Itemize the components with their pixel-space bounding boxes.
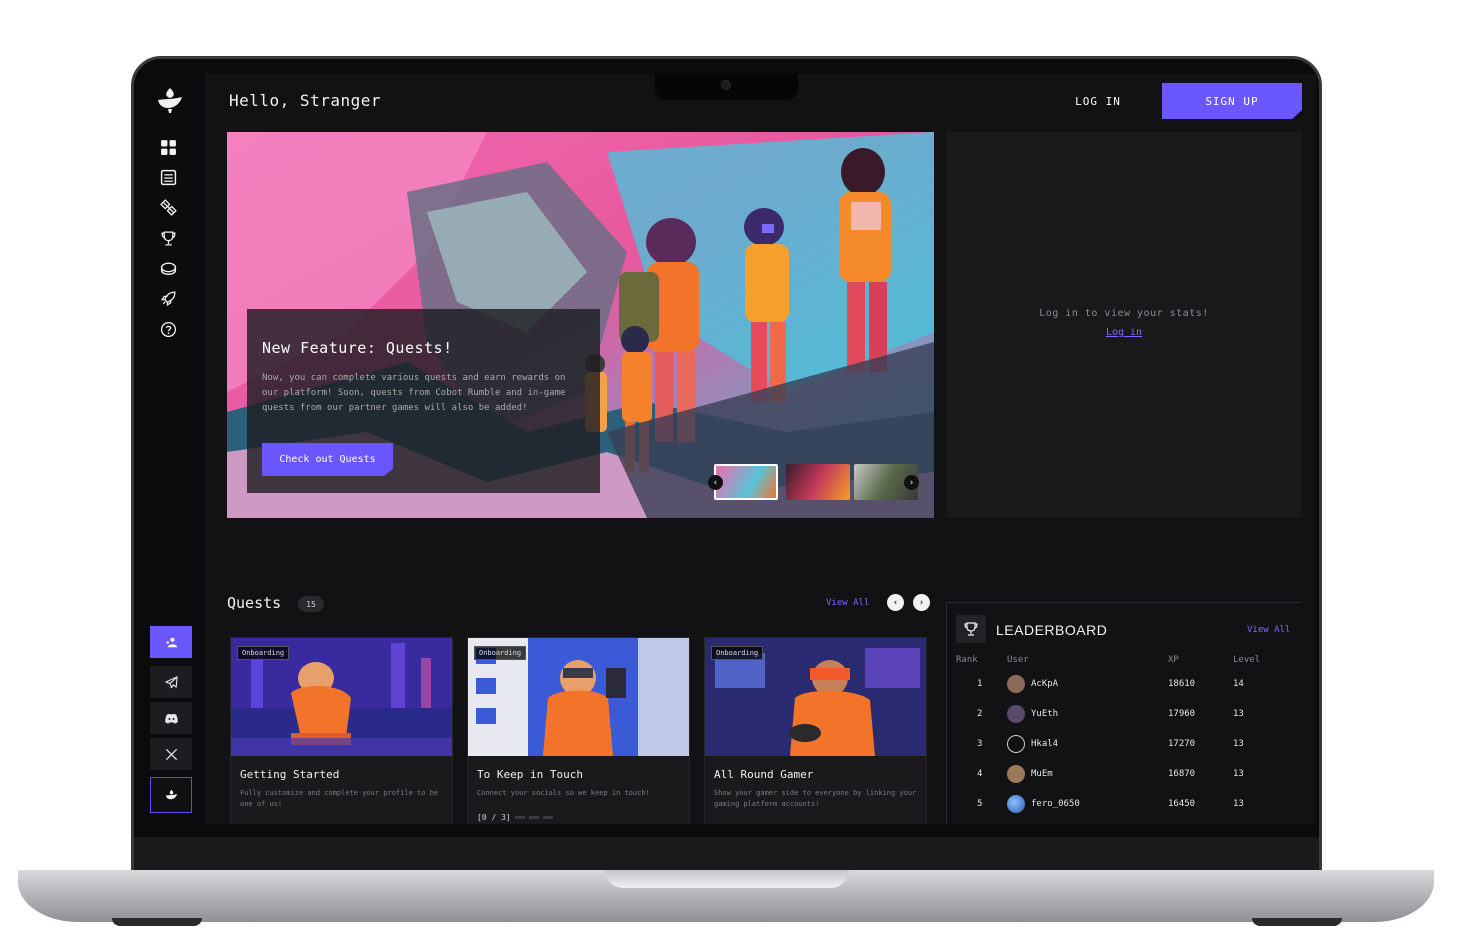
leaderboard-xp: 16870 (1168, 769, 1196, 779)
leaderboard-row[interactable]: 4 MuEm 16870 13 (947, 761, 1303, 791)
login-button[interactable]: LOG IN (1068, 83, 1128, 119)
avatar (1007, 795, 1025, 813)
progress-dash (514, 816, 525, 819)
hero-prev-arrow-icon[interactable]: ‹ (708, 475, 723, 490)
leaderboard-user: Hkal4 (1031, 739, 1059, 749)
laptop-base-notch (605, 870, 849, 888)
leaderboard-title: LEADERBOARD (996, 622, 1108, 638)
grid-icon[interactable] (158, 137, 178, 157)
leaderboard-row[interactable]: 3 Hkal4 17270 13 (947, 731, 1303, 761)
discord-icon[interactable] (150, 702, 192, 734)
quest-card-description: Fully customize and complete your profil… (240, 789, 439, 808)
stats-login-link[interactable]: Log in (946, 327, 1302, 338)
leaderboard-trophy-icon (956, 615, 986, 643)
avatar (1007, 765, 1025, 783)
hero-thumbnail[interactable] (714, 464, 778, 500)
quest-card[interactable]: Onboarding Getting Started Fully customi… (230, 637, 453, 824)
leaderboard-rank: 5 (977, 799, 983, 809)
quest-card-progress: [0 / 3] (477, 813, 553, 822)
leaderboard-xp: 18610 (1168, 679, 1196, 689)
laptop-chin (134, 837, 1319, 871)
hero-info-panel: New Feature: Quests! Now, you can comple… (247, 309, 600, 493)
leaderboard-col-xp: XP (1168, 655, 1179, 665)
leaderboard-level: 13 (1233, 769, 1244, 779)
quests-heading: Quests (227, 594, 282, 612)
sidebar (150, 74, 207, 824)
leaderboard-level: 14 (1233, 679, 1244, 689)
leaderboard-user: YuEth (1031, 709, 1059, 719)
disc-icon[interactable] (158, 258, 178, 278)
signup-button[interactable]: SIGN UP (1162, 83, 1302, 119)
greeting-text: Hello, Stranger (229, 91, 381, 110)
laptop-foot (112, 918, 202, 926)
hero-next-arrow-icon[interactable]: › (904, 475, 919, 490)
quests-count-badge: 15 (298, 596, 324, 612)
leaderboard-user: AcKpA (1031, 679, 1059, 689)
avatar (1007, 675, 1025, 693)
quest-card-tag: Onboarding (474, 646, 527, 660)
leaderboard-user: MuEm (1031, 769, 1053, 779)
leaderboard-level: 13 (1233, 799, 1244, 809)
leaderboard-row[interactable]: 2 YuEth 17960 13 (947, 701, 1303, 731)
quest-card-tag: Onboarding (711, 646, 764, 660)
leaderboard-row[interactable]: 1 AcKpA 18610 14 (947, 671, 1303, 701)
profile-icon[interactable] (150, 626, 192, 658)
leaderboard-level: 13 (1233, 739, 1244, 749)
progress-dash (542, 816, 553, 819)
quests-next-icon[interactable]: › (913, 594, 930, 611)
quest-card-description: Show your gamer side to everyone by link… (714, 789, 917, 808)
quest-card-title: Getting Started (240, 768, 340, 781)
rocket-icon[interactable] (158, 288, 178, 308)
leaderboard-xp: 16450 (1168, 799, 1196, 809)
leaderboard-row[interactable]: 5 fero_0650 16450 13 (947, 791, 1303, 821)
leaderboard-user: fero_0650 (1031, 799, 1080, 809)
quest-card[interactable]: Onboarding All Round Gamer Show your gam… (704, 637, 927, 824)
quest-card[interactable]: Onboarding To Keep in Touch Connect your… (467, 637, 690, 824)
quests-view-all-link[interactable]: View All (826, 598, 869, 608)
leaderboard-xp: 17960 (1168, 709, 1196, 719)
list-icon[interactable] (158, 167, 178, 187)
leaderboard-col-rank: Rank (956, 655, 978, 665)
leaderboard-panel: LEADERBOARD View All Rank User XP Level … (946, 602, 1302, 824)
hero-description: Now, you can complete various quests and… (262, 373, 566, 413)
quest-card-tag: Onboarding (237, 646, 290, 660)
quest-card-title: To Keep in Touch (477, 768, 583, 781)
hero-title: New Feature: Quests! (262, 339, 453, 357)
leaderboard-rank: 1 (977, 679, 983, 689)
check-out-quests-button[interactable]: Check out Quests (262, 443, 393, 476)
leaderboard-col-level: Level (1233, 655, 1261, 665)
quests-prev-icon[interactable]: ‹ (887, 594, 904, 611)
leaderboard-rank: 2 (977, 709, 983, 719)
leaderboard-level: 13 (1233, 709, 1244, 719)
telegram-icon[interactable] (150, 666, 192, 698)
hero-banner: New Feature: Quests! Now, you can comple… (227, 132, 934, 518)
leaderboard-xp: 17270 (1168, 739, 1196, 749)
leaderboard-col-user: User (1007, 655, 1029, 665)
stats-panel: Log in to view your stats! Log in (946, 132, 1302, 518)
avatar (1007, 735, 1025, 753)
brand-logo-icon[interactable] (154, 84, 186, 116)
progress-dash (528, 816, 539, 819)
satellite-icon[interactable] (158, 197, 178, 217)
quest-card-title: All Round Gamer (714, 768, 814, 781)
help-icon[interactable] (158, 319, 178, 339)
hero-thumbnail[interactable] (786, 464, 850, 500)
trophy-icon[interactable] (158, 228, 178, 248)
hero-thumbnail-strip: ‹ › (708, 464, 919, 502)
quest-card-progress-text: [0 / 3] (477, 813, 511, 822)
quest-card-description: Connect your socials so we keep in touch… (477, 789, 650, 797)
app-screen: Hello, Stranger LOG IN SIGN UP New Featu… (150, 74, 1316, 824)
leaderboard-view-all-link[interactable]: View All (1247, 625, 1290, 635)
avatar (1007, 705, 1025, 723)
x-icon[interactable] (150, 738, 192, 770)
camera-icon (721, 80, 731, 90)
stats-login-message: Log in to view your stats! (1039, 308, 1209, 319)
leaderboard-rank: 3 (977, 739, 983, 749)
laptop-foot (1252, 918, 1342, 926)
leaderboard-rank: 4 (977, 769, 983, 779)
brand-icon[interactable] (150, 777, 192, 813)
